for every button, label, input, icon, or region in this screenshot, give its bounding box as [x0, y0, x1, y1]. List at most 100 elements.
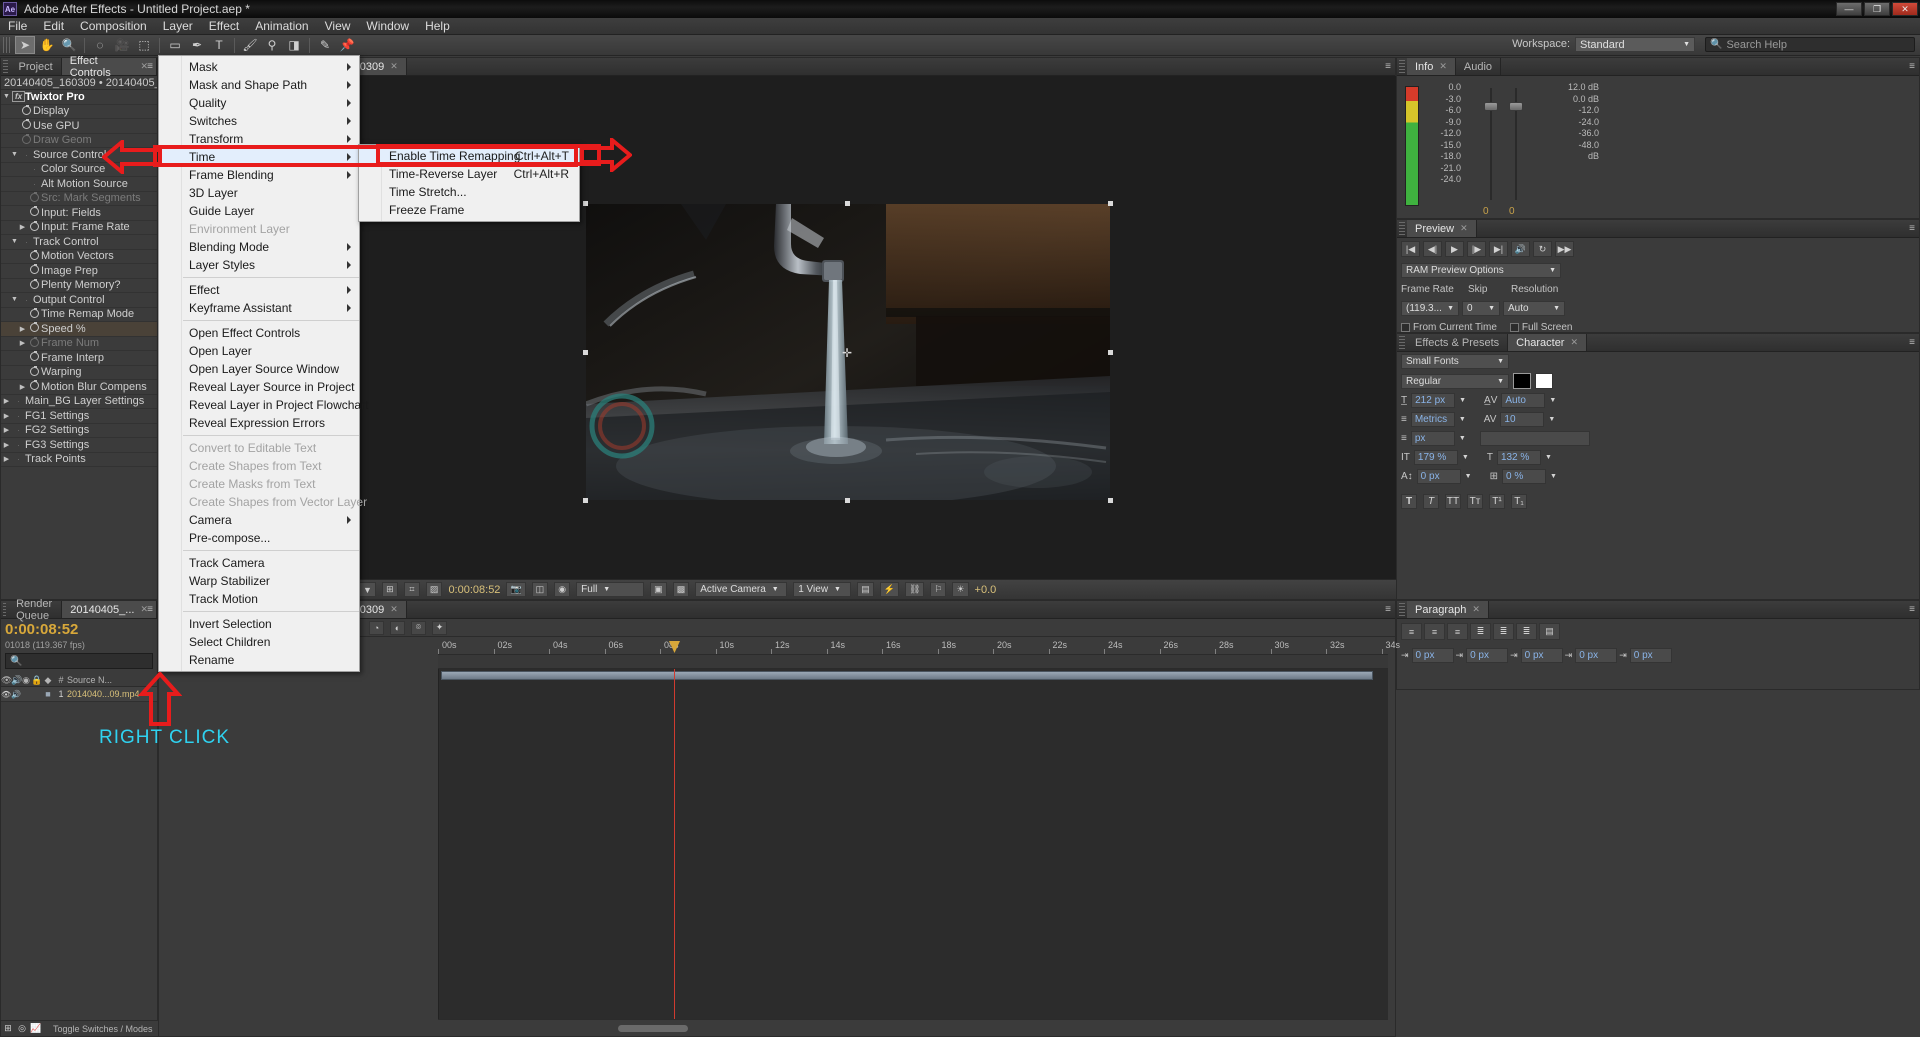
chevron-down-icon[interactable]: ▼: [1550, 473, 1557, 480]
twirl-closed-icon[interactable]: ▶: [1, 455, 12, 463]
twirl-open-icon[interactable]: ▼: [9, 151, 20, 158]
resolution-select[interactable]: Auto ▼: [1503, 301, 1565, 316]
context-menu-item-open-layer[interactable]: Open Layer: [159, 342, 359, 360]
menu-layer[interactable]: Layer: [155, 18, 201, 34]
panel-menu-icon[interactable]: ≡: [1909, 61, 1915, 72]
tab-audio[interactable]: Audio: [1456, 58, 1502, 75]
minimize-button[interactable]: —: [1836, 2, 1862, 16]
context-menu-item-invert-selection[interactable]: Invert Selection: [159, 615, 359, 633]
panel-grip[interactable]: [1399, 335, 1405, 350]
menu-edit[interactable]: Edit: [35, 18, 72, 34]
context-menu-item-keyframe-assistant[interactable]: Keyframe Assistant: [159, 299, 359, 317]
fill-color-swatch[interactable]: [1513, 373, 1531, 389]
panel-grip[interactable]: [3, 59, 9, 74]
stopwatch-icon[interactable]: [30, 249, 39, 260]
effect-control-row[interactable]: Frame Interp: [1, 351, 157, 366]
maximize-button[interactable]: ❐: [1864, 2, 1890, 16]
slider-knob-right[interactable]: [1509, 102, 1523, 111]
exposure-reset-icon[interactable]: ☀: [952, 582, 969, 597]
effect-control-row[interactable]: ▼ · Track Control: [1, 235, 157, 250]
context-menu-item-rename[interactable]: Rename: [159, 651, 359, 669]
graph-editor-icon[interactable]: 📈: [29, 1023, 43, 1034]
first-frame-button[interactable]: |◀: [1401, 241, 1420, 257]
close-icon[interactable]: ✕: [390, 61, 398, 72]
effect-control-row[interactable]: ▶ · FG2 Settings: [1, 424, 157, 438]
transparency-toggle-icon[interactable]: ▩: [672, 582, 690, 597]
motion-blur-icon[interactable]: ◎: [15, 1023, 29, 1034]
twirl-open-icon[interactable]: ▼: [9, 296, 20, 303]
context-menu-item-switches[interactable]: Switches: [159, 112, 359, 130]
last-frame-button[interactable]: ▶|: [1489, 241, 1508, 257]
layer-row-controls[interactable]: 👁 🔊 ■ 1 2014040...09.mp4: [1, 687, 157, 702]
twirl-closed-icon[interactable]: ▶: [1, 426, 12, 434]
all-caps-button[interactable]: TT: [1445, 494, 1461, 509]
effect-control-row[interactable]: ▶ Speed %: [1, 322, 157, 337]
search-help-input[interactable]: 🔍 Search Help: [1705, 37, 1915, 52]
space-before-field[interactable]: 0 px: [1575, 648, 1618, 663]
canvas-handle-ml[interactable]: [583, 350, 588, 355]
chevron-down-icon[interactable]: ▼: [1459, 416, 1466, 423]
prev-frame-button[interactable]: ◀|: [1423, 241, 1442, 257]
magnification-select[interactable]: ▼: [359, 582, 376, 597]
stopwatch-cell[interactable]: [20, 133, 33, 146]
brainstorm-icon[interactable]: ✦: [432, 620, 447, 635]
stopwatch-cell[interactable]: [28, 220, 41, 233]
superscript-button[interactable]: T¹: [1489, 494, 1505, 509]
comp-flowchart-icon[interactable]: ⚐: [930, 582, 947, 597]
stroke-color-swatch[interactable]: [1535, 373, 1553, 389]
close-icon[interactable]: ✕: [1439, 61, 1447, 72]
italic-button[interactable]: T: [1423, 494, 1439, 509]
menu-file[interactable]: File: [0, 18, 35, 34]
next-frame-button[interactable]: |▶: [1467, 241, 1486, 257]
effect-control-row[interactable]: ▶ Input: Frame Rate: [1, 220, 157, 235]
effect-control-row[interactable]: · Alt Motion Source: [1, 177, 157, 192]
slider-knob-left[interactable]: [1484, 102, 1498, 111]
panel-menu-icon[interactable]: ≡: [1385, 604, 1391, 615]
menu-animation[interactable]: Animation: [247, 18, 316, 34]
effect-control-row[interactable]: ▶ · FG3 Settings: [1, 438, 157, 453]
video-toggle-icon[interactable]: 👁: [1, 675, 12, 686]
lock-icon[interactable]: 🔒: [31, 675, 42, 686]
audio-slider-left[interactable]: [1482, 88, 1500, 200]
effect-control-row[interactable]: Warping: [1, 365, 157, 380]
canvas-handle-tc[interactable]: [845, 201, 850, 206]
clone-stamp-tool-icon[interactable]: ⚲: [262, 36, 282, 54]
panel-menu-icon[interactable]: ≡: [1909, 604, 1915, 615]
stopwatch-cell[interactable]: [20, 104, 33, 117]
stopwatch-icon[interactable]: [30, 322, 39, 333]
stopwatch-cell[interactable]: [28, 336, 41, 349]
panel-grip[interactable]: [1399, 221, 1405, 236]
indent-left-field[interactable]: 0 px: [1411, 648, 1454, 663]
canvas-handle-bl[interactable]: [583, 498, 588, 503]
leading-field[interactable]: Metrics: [1410, 412, 1455, 427]
effect-control-row[interactable]: Motion Vectors: [1, 249, 157, 264]
canvas-handle-br[interactable]: [1108, 498, 1113, 503]
context-menu-item-guide-layer[interactable]: Guide Layer: [159, 202, 359, 220]
ram-preview-options-select[interactable]: RAM Preview Options ▼: [1401, 263, 1561, 278]
justify-last-center-button[interactable]: ≣: [1493, 623, 1514, 640]
time-ruler[interactable]: 00s02s04s06s08s10s12s14s16s18s20s22s24s2…: [438, 637, 1400, 655]
twirl-closed-icon[interactable]: ▶: [1, 397, 12, 405]
effect-control-row[interactable]: ▶ · FG1 Settings: [1, 409, 157, 424]
brush-tool-icon[interactable]: 🖌: [240, 36, 260, 54]
region-of-interest-icon[interactable]: ⌗: [403, 582, 420, 597]
exposure-value[interactable]: +0.0: [975, 584, 997, 596]
toggle-switches-label[interactable]: Toggle Switches / Modes: [53, 1024, 153, 1034]
type-tool-icon[interactable]: T: [209, 36, 229, 54]
audio-value-right[interactable]: 0: [1509, 206, 1515, 217]
context-menu-item-layer-styles[interactable]: Layer Styles: [159, 256, 359, 274]
layer-switches-icon[interactable]: ⊞: [1, 1023, 15, 1034]
stopwatch-cell[interactable]: [28, 380, 41, 392]
frame-rate-select[interactable]: (119.3... ▼: [1401, 301, 1459, 316]
draft-3d-icon[interactable]: ◐: [390, 620, 405, 635]
channel-select-icon[interactable]: ◉: [554, 582, 571, 597]
twirl-closed-icon[interactable]: ▶: [17, 325, 28, 333]
align-left-button[interactable]: ≡: [1401, 623, 1422, 640]
tab-20140405[interactable]: 20140405_... ✕: [62, 601, 157, 618]
align-right-button[interactable]: ≡: [1447, 623, 1468, 640]
tab-paragraph[interactable]: Paragraph ✕: [1407, 601, 1489, 618]
current-time-indicator[interactable]: [674, 669, 675, 1019]
audio-value-left[interactable]: 0: [1483, 206, 1489, 217]
bold-button[interactable]: T: [1401, 494, 1417, 509]
stopwatch-cell[interactable]: [28, 307, 41, 320]
